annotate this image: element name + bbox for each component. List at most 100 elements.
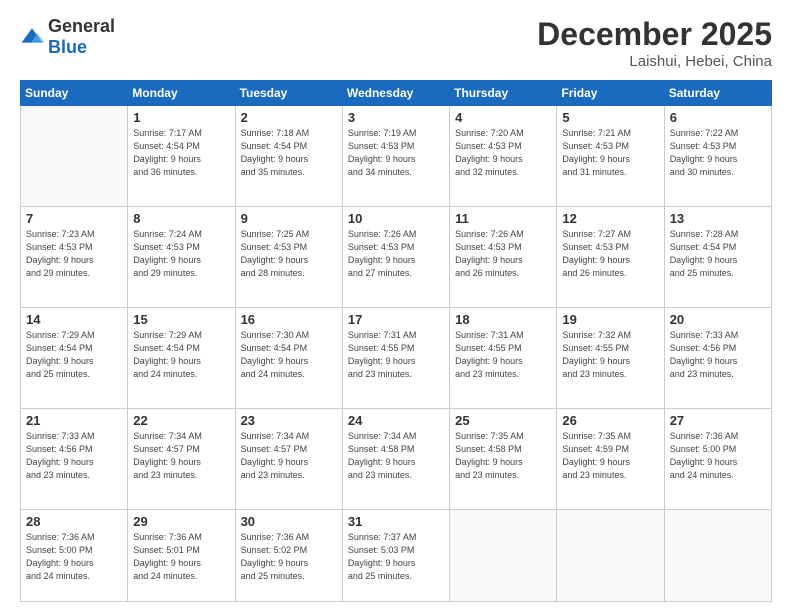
calendar-row: 14 Sunrise: 7:29 AM Sunset: 4:54 PM Dayli… [21, 308, 772, 409]
calendar-cell: 19 Sunrise: 7:32 AM Sunset: 4:55 PM Dayli… [557, 308, 664, 409]
calendar-cell: 16Sunrise: 7:30 AM Sunset: 4:54 PM Dayli… [235, 308, 342, 409]
calendar-cell: 11Sunrise: 7:26 AM Sunset: 4:53 PM Dayli… [450, 207, 557, 308]
calendar-row: 28 Sunrise: 7:36 AM Sunset: 5:00 PM Dayli… [21, 510, 772, 602]
day-info: Sunrise: 7:24 AM Sunset: 4:53 PM Dayligh… [133, 228, 229, 280]
day-number: 28 [26, 514, 122, 529]
calendar-cell: 6Sunrise: 7:22 AM Sunset: 4:53 PM Daylig… [664, 106, 771, 207]
day-number: 10 [348, 211, 444, 226]
day-info: Sunrise: 7:19 AM Sunset: 4:53 PM Dayligh… [348, 127, 444, 179]
calendar-cell: 10 Sunrise: 7:26 AM Sunset: 4:53 PM Dayli… [342, 207, 449, 308]
calendar-cell: 29 Sunrise: 7:36 AM Sunset: 5:01 PM Dayli… [128, 510, 235, 602]
logo-icon [20, 25, 44, 49]
day-info: Sunrise: 7:36 AM Sunset: 5:01 PM Dayligh… [133, 531, 229, 583]
weekday-header: Saturday [664, 81, 771, 106]
day-info: Sunrise: 7:29 AM Sunset: 4:54 PM Dayligh… [133, 329, 229, 381]
day-number: 2 [241, 110, 337, 125]
logo: General Blue [20, 16, 115, 58]
calendar-cell: 1Sunrise: 7:17 AM Sunset: 4:54 PM Daylig… [128, 106, 235, 207]
calendar-cell [21, 106, 128, 207]
weekday-header: Friday [557, 81, 664, 106]
month-title: December 2025 [537, 16, 772, 53]
day-number: 9 [241, 211, 337, 226]
calendar-cell: 2 Sunrise: 7:18 AM Sunset: 4:54 PM Daylig… [235, 106, 342, 207]
calendar-cell [450, 510, 557, 602]
calendar-cell: 18 Sunrise: 7:31 AM Sunset: 4:55 PM Dayli… [450, 308, 557, 409]
day-info: Sunrise: 7:34 AM Sunset: 4:58 PM Dayligh… [348, 430, 444, 482]
day-info: Sunrise: 7:31 AM Sunset: 4:55 PM Dayligh… [455, 329, 551, 381]
day-number: 1 [133, 110, 229, 125]
day-info: Sunrise: 7:36 AM Sunset: 5:00 PM Dayligh… [26, 531, 122, 583]
day-info: Sunrise: 7:26 AM Sunset: 4:53 PM Dayligh… [455, 228, 551, 280]
day-info: Sunrise: 7:36 AM Sunset: 5:02 PM Dayligh… [241, 531, 337, 583]
calendar-cell: 15 Sunrise: 7:29 AM Sunset: 4:54 PM Dayli… [128, 308, 235, 409]
calendar-cell: 17 Sunrise: 7:31 AM Sunset: 4:55 PM Dayli… [342, 308, 449, 409]
day-info: Sunrise: 7:26 AM Sunset: 4:53 PM Dayligh… [348, 228, 444, 280]
calendar-cell: 4 Sunrise: 7:20 AM Sunset: 4:53 PM Daylig… [450, 106, 557, 207]
calendar-cell [557, 510, 664, 602]
day-number: 21 [26, 413, 122, 428]
day-info: Sunrise: 7:35 AM Sunset: 4:58 PM Dayligh… [455, 430, 551, 482]
day-info: Sunrise: 7:21 AM Sunset: 4:53 PM Dayligh… [562, 127, 658, 179]
day-info: Sunrise: 7:37 AM Sunset: 5:03 PM Dayligh… [348, 531, 444, 583]
day-info: Sunrise: 7:20 AM Sunset: 4:53 PM Dayligh… [455, 127, 551, 179]
logo-blue: Blue [48, 37, 87, 57]
weekday-header: Monday [128, 81, 235, 106]
logo-general: General [48, 16, 115, 36]
day-number: 22 [133, 413, 229, 428]
weekday-header: Tuesday [235, 81, 342, 106]
calendar-cell: 20 Sunrise: 7:33 AM Sunset: 4:56 PM Dayli… [664, 308, 771, 409]
day-info: Sunrise: 7:18 AM Sunset: 4:54 PM Dayligh… [241, 127, 337, 179]
day-number: 14 [26, 312, 122, 327]
day-info: Sunrise: 7:28 AM Sunset: 4:54 PM Dayligh… [670, 228, 766, 280]
day-number: 12 [562, 211, 658, 226]
calendar-cell: 13Sunrise: 7:28 AM Sunset: 4:54 PM Dayli… [664, 207, 771, 308]
weekday-header: Wednesday [342, 81, 449, 106]
calendar-cell: 3Sunrise: 7:19 AM Sunset: 4:53 PM Daylig… [342, 106, 449, 207]
day-info: Sunrise: 7:34 AM Sunset: 4:57 PM Dayligh… [133, 430, 229, 482]
calendar-row: 1Sunrise: 7:17 AM Sunset: 4:54 PM Daylig… [21, 106, 772, 207]
day-number: 4 [455, 110, 551, 125]
calendar-cell [664, 510, 771, 602]
day-number: 20 [670, 312, 766, 327]
title-block: December 2025 Laishui, Hebei, China [537, 16, 772, 70]
day-info: Sunrise: 7:23 AM Sunset: 4:53 PM Dayligh… [26, 228, 122, 280]
calendar-cell: 30Sunrise: 7:36 AM Sunset: 5:02 PM Dayli… [235, 510, 342, 602]
day-number: 27 [670, 413, 766, 428]
day-number: 29 [133, 514, 229, 529]
day-info: Sunrise: 7:32 AM Sunset: 4:55 PM Dayligh… [562, 329, 658, 381]
calendar-cell: 12 Sunrise: 7:27 AM Sunset: 4:53 PM Dayli… [557, 207, 664, 308]
calendar-cell: 7 Sunrise: 7:23 AM Sunset: 4:53 PM Daylig… [21, 207, 128, 308]
calendar-cell: 22 Sunrise: 7:34 AM Sunset: 4:57 PM Dayli… [128, 409, 235, 510]
day-number: 18 [455, 312, 551, 327]
day-number: 25 [455, 413, 551, 428]
day-number: 24 [348, 413, 444, 428]
day-number: 17 [348, 312, 444, 327]
day-number: 6 [670, 110, 766, 125]
day-info: Sunrise: 7:36 AM Sunset: 5:00 PM Dayligh… [670, 430, 766, 482]
day-info: Sunrise: 7:33 AM Sunset: 4:56 PM Dayligh… [670, 329, 766, 381]
calendar-cell: 28 Sunrise: 7:36 AM Sunset: 5:00 PM Dayli… [21, 510, 128, 602]
day-info: Sunrise: 7:29 AM Sunset: 4:54 PM Dayligh… [26, 329, 122, 381]
day-number: 5 [562, 110, 658, 125]
day-number: 15 [133, 312, 229, 327]
logo-text: General Blue [48, 16, 115, 58]
calendar-cell: 26Sunrise: 7:35 AM Sunset: 4:59 PM Dayli… [557, 409, 664, 510]
day-info: Sunrise: 7:31 AM Sunset: 4:55 PM Dayligh… [348, 329, 444, 381]
location: Laishui, Hebei, China [537, 53, 772, 70]
calendar-cell: 31 Sunrise: 7:37 AM Sunset: 5:03 PM Dayli… [342, 510, 449, 602]
calendar-header-row: SundayMondayTuesdayWednesdayThursdayFrid… [21, 81, 772, 106]
calendar-cell: 25 Sunrise: 7:35 AM Sunset: 4:58 PM Dayli… [450, 409, 557, 510]
calendar-cell: 23Sunrise: 7:34 AM Sunset: 4:57 PM Dayli… [235, 409, 342, 510]
day-number: 19 [562, 312, 658, 327]
calendar-cell: 27 Sunrise: 7:36 AM Sunset: 5:00 PM Dayli… [664, 409, 771, 510]
day-number: 31 [348, 514, 444, 529]
weekday-header: Thursday [450, 81, 557, 106]
calendar-cell: 9Sunrise: 7:25 AM Sunset: 4:53 PM Daylig… [235, 207, 342, 308]
calendar-row: 21Sunrise: 7:33 AM Sunset: 4:56 PM Dayli… [21, 409, 772, 510]
day-info: Sunrise: 7:27 AM Sunset: 4:53 PM Dayligh… [562, 228, 658, 280]
page: General Blue December 2025 Laishui, Hebe… [0, 0, 792, 612]
calendar-cell: 24 Sunrise: 7:34 AM Sunset: 4:58 PM Dayli… [342, 409, 449, 510]
day-number: 26 [562, 413, 658, 428]
day-number: 23 [241, 413, 337, 428]
day-number: 7 [26, 211, 122, 226]
